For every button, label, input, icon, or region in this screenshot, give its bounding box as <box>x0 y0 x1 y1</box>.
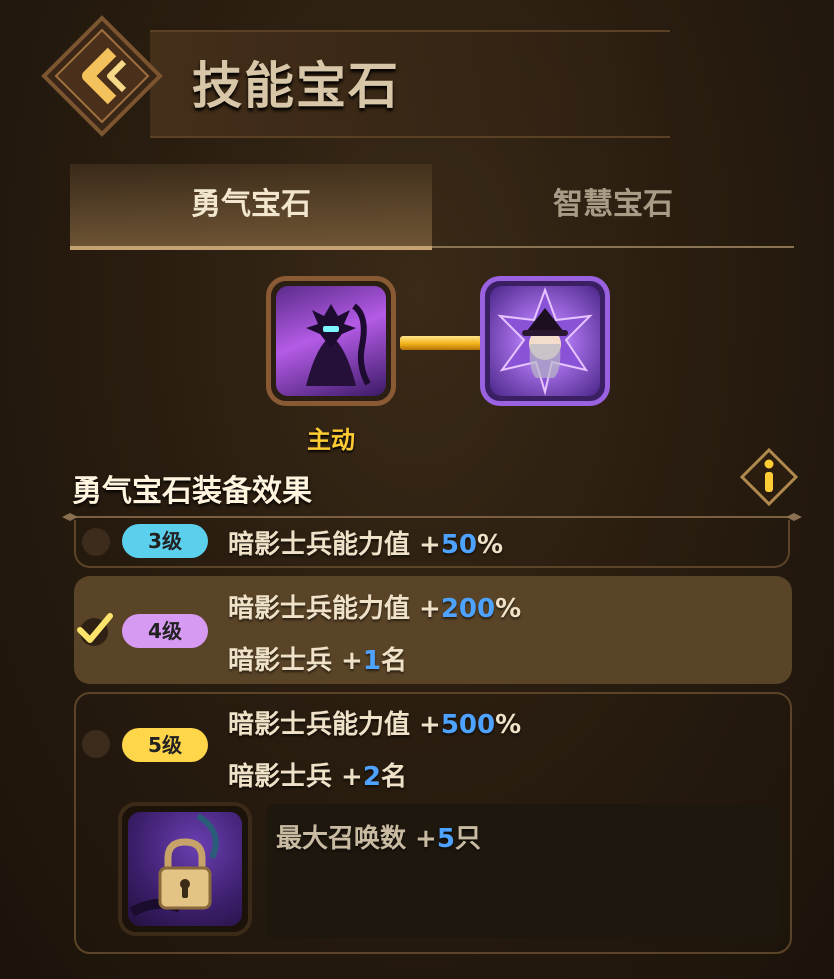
back-chevron-icon <box>41 15 163 137</box>
level-5-effect-line-2: 暗影士兵 +2名 <box>228 756 407 793</box>
effect-value: 1 <box>362 646 381 676</box>
effect-unit: 名 <box>380 646 407 676</box>
effect-label: 暗影士兵能力值 + <box>228 594 441 624</box>
info-icon <box>739 447 799 507</box>
level-4-effect-line-1: 暗影士兵能力值 +200% <box>228 588 521 625</box>
witch-gem-icon <box>490 286 600 396</box>
effect-label: 暗影士兵 + <box>228 646 363 676</box>
level-5-effect-line-1: 暗影士兵能力值 +500% <box>228 704 521 741</box>
back-button[interactable] <box>40 14 164 138</box>
active-skill-label: 主动 <box>307 426 355 454</box>
level-4-effect-line-2: 暗影士兵 +1名 <box>228 640 407 677</box>
level-3-effect-line: 暗影士兵能力值 +50% <box>228 524 503 561</box>
level-5-radio[interactable] <box>82 730 110 758</box>
level-3-radio[interactable] <box>82 528 110 556</box>
effect-unit: 名 <box>380 762 407 792</box>
effect-unit: % <box>495 594 522 624</box>
effect-label: 暗影士兵能力值 + <box>228 710 441 740</box>
effect-label: 最大召唤数 + <box>276 824 437 854</box>
effect-unit: % <box>495 710 522 740</box>
info-button[interactable] <box>739 447 799 507</box>
level-5-badge: 5级 <box>122 728 208 762</box>
effect-value: 200 <box>440 594 496 624</box>
effect-label: 暗影士兵能力值 + <box>228 530 441 560</box>
effect-unit: % <box>477 530 504 560</box>
effect-value: 2 <box>362 762 381 792</box>
effect-unit: 只 <box>454 824 481 854</box>
effect-label: 暗影士兵 + <box>228 762 363 792</box>
tab-courage-gem[interactable]: 勇气宝石 <box>70 164 432 250</box>
effect-value: 5 <box>436 824 455 854</box>
shadow-soldier-skill-icon <box>276 286 386 396</box>
lock-icon <box>158 838 212 910</box>
effect-value: 500 <box>440 710 496 740</box>
level-3-badge: 3级 <box>122 524 208 558</box>
level-5-unlock-line: 最大召唤数 +5只 <box>276 818 481 855</box>
effects-title: 勇气宝石装备效果 <box>72 474 312 509</box>
level-4-badge: 4级 <box>122 614 208 648</box>
page-title: 技能宝石 <box>192 57 400 115</box>
gem-tabs: 勇气宝石 智慧宝石 <box>70 164 794 250</box>
checkmark-icon <box>77 613 113 646</box>
effect-value: 50 <box>440 530 478 560</box>
skill-connector <box>400 336 482 350</box>
locked-skill-icon <box>128 812 242 926</box>
tab-wisdom-gem[interactable]: 智慧宝石 <box>432 164 794 248</box>
